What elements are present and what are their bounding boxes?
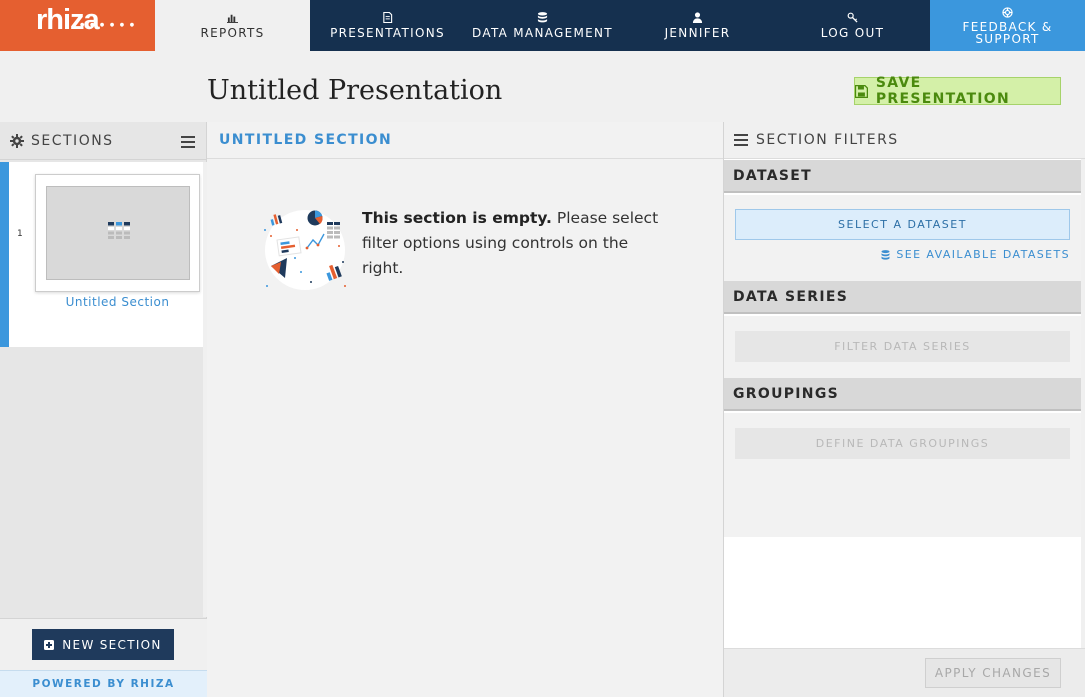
save-presentation-label: SAVE PRESENTATION xyxy=(875,75,1011,107)
see-available-datasets-link[interactable]: SEE AVAILABLE DATASETS xyxy=(881,248,1070,261)
filters-footer: APPLY CHANGES xyxy=(724,648,1085,697)
nav-feedback-label: FEEDBACK & SUPPORT xyxy=(962,19,1053,46)
nav-presentations-label: PRESENTATIONS xyxy=(330,25,445,40)
key-icon xyxy=(847,12,858,23)
new-section-button[interactable]: NEW SECTION xyxy=(32,629,174,660)
section-number: 1 xyxy=(17,229,23,239)
section-card-active[interactable]: 1 Untitled Section xyxy=(0,162,203,347)
sections-heading: SECTIONS xyxy=(31,132,114,149)
database-icon xyxy=(537,11,548,22)
nav-user[interactable]: JENNIFER xyxy=(620,0,775,51)
gear-icon xyxy=(10,133,24,148)
document-icon xyxy=(383,11,393,23)
database-icon xyxy=(881,249,890,260)
hamburger-list-icon xyxy=(734,134,748,146)
empty-message-bold: This section is empty. xyxy=(362,209,552,227)
nav-data-management[interactable]: DATA MANAGEMENT xyxy=(465,0,620,51)
section-title[interactable]: UNTITLED SECTION xyxy=(207,122,723,159)
save-presentation-button[interactable]: SAVE PRESENTATION xyxy=(854,75,1061,107)
nav-presentations[interactable]: PRESENTATIONS xyxy=(310,0,465,51)
groupings-group-body: DEFINE DATA GROUPINGS xyxy=(724,413,1081,537)
dataset-group-body: SELECT A DATASET SEE AVAILABLE DATASETS xyxy=(724,195,1081,281)
filter-data-series-button[interactable]: FILTER DATA SERIES xyxy=(735,331,1070,362)
bar-chart-icon xyxy=(227,14,238,23)
apply-changes-button[interactable]: APPLY CHANGES xyxy=(925,658,1061,688)
dataset-title: DATASET xyxy=(733,167,812,184)
lifebuoy-icon xyxy=(1002,6,1013,18)
nav-logout[interactable]: LOG OUT xyxy=(775,0,930,51)
define-data-groupings-button[interactable]: DEFINE DATA GROUPINGS xyxy=(735,428,1070,459)
filters-scrollbar[interactable] xyxy=(1081,159,1085,648)
nav-feedback-support[interactable]: FEEDBACK & SUPPORT xyxy=(930,0,1085,51)
data-series-title: DATA SERIES xyxy=(733,288,849,305)
rhiza-logo[interactable]: rhiza ● ● ● ● ● ● xyxy=(0,0,155,51)
section-label[interactable]: Untitled Section xyxy=(35,295,200,309)
nav-logout-label: LOG OUT xyxy=(820,25,885,40)
hamburger-menu-icon[interactable] xyxy=(181,136,195,148)
title-bar: Untitled Presentation SAVE PRESENTATION xyxy=(0,51,1085,122)
empty-section-message: This section is empty. Please select fil… xyxy=(362,206,672,281)
section-canvas: UNTITLED SECTION This section is empty. … xyxy=(207,122,723,697)
section-filters-panel: SECTION FILTERS DATASET SELECT A DATASET… xyxy=(723,122,1085,697)
logo-text: rhiza xyxy=(36,4,100,36)
dataset-group-header: DATASET xyxy=(724,160,1081,193)
powered-by-link[interactable]: POWERED BY RHIZA xyxy=(0,670,207,697)
filters-header: SECTION FILTERS xyxy=(724,122,1085,159)
filters-heading: SECTION FILTERS xyxy=(756,132,899,148)
groupings-title: GROUPINGS xyxy=(733,385,840,402)
presentation-title[interactable]: Untitled Presentation xyxy=(207,75,502,106)
nav-user-label: JENNIFER xyxy=(664,25,731,40)
nav-reports-label: REPORTS xyxy=(200,25,265,40)
plus-square-icon xyxy=(44,639,55,650)
sections-panel: SECTIONS 1 Untitled Section NEW SECTION … xyxy=(0,122,207,697)
user-icon xyxy=(692,11,703,23)
select-dataset-button[interactable]: SELECT A DATASET xyxy=(735,209,1070,240)
logo-dots: ● ● ● ● ● ● xyxy=(80,22,137,28)
sections-footer: NEW SECTION xyxy=(0,618,207,670)
empty-charts-illustration-icon xyxy=(264,210,346,290)
data-series-group-body: FILTER DATA SERIES xyxy=(724,316,1081,378)
sections-header: SECTIONS xyxy=(0,122,206,160)
nav-data-management-label: DATA MANAGEMENT xyxy=(472,25,613,40)
section-thumbnail[interactable] xyxy=(35,174,200,292)
groupings-group-header: GROUPINGS xyxy=(724,378,1081,411)
top-navigation: rhiza ● ● ● ● ● ● REPORTS PRESENTATIONS … xyxy=(0,0,1085,51)
new-section-label: NEW SECTION xyxy=(62,637,162,652)
floppy-disk-icon xyxy=(855,84,868,98)
see-available-datasets-label: SEE AVAILABLE DATASETS xyxy=(896,248,1070,261)
nav-reports[interactable]: REPORTS xyxy=(155,0,310,51)
table-placeholder-icon xyxy=(108,222,130,239)
thumbnail-canvas xyxy=(46,186,190,280)
data-series-group-header: DATA SERIES xyxy=(724,281,1081,314)
